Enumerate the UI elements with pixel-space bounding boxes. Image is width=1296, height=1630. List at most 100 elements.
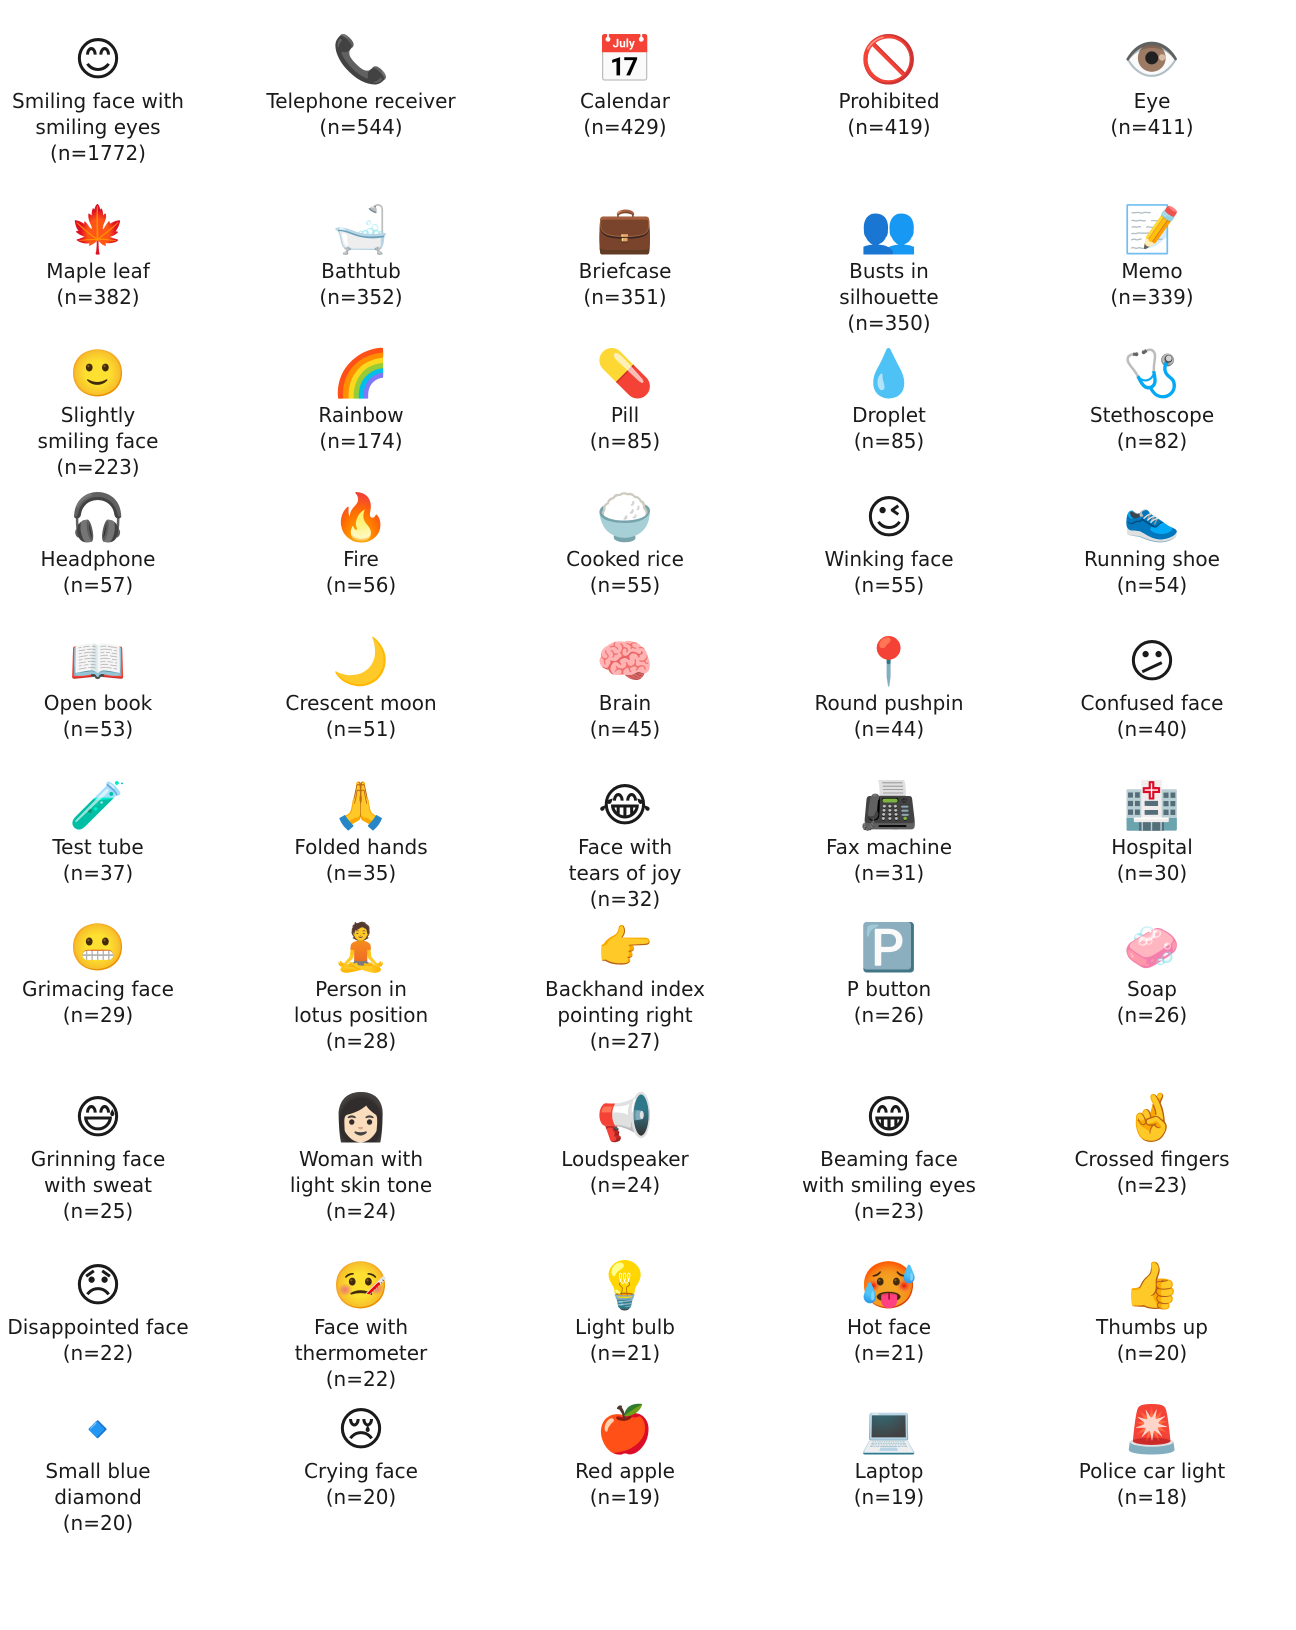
emoji-count: (n=55): [853, 573, 925, 597]
emoji-count: (n=45): [589, 717, 661, 741]
emoji-cell: 🎧 Headphone (n=57): [0, 486, 223, 598]
emoji-cell: 👥 Busts in silhouette (n=350): [764, 198, 1014, 336]
loudspeaker-icon: 📢: [596, 1090, 654, 1144]
emoji-count: (n=29): [62, 1003, 134, 1027]
emoji-count: (n=26): [1116, 1003, 1188, 1027]
emoji-count: (n=174): [319, 429, 403, 453]
brain-icon: 🧠: [596, 634, 654, 688]
person-in-lotus-position-icon: 🧘: [332, 920, 390, 974]
emoji-label: Confused face: [1080, 691, 1224, 715]
eye-icon: 👁️: [1123, 32, 1181, 86]
slightly-smiling-face-icon: 🙂: [69, 346, 127, 400]
emoji-cell: 📖 Open book (n=53): [0, 630, 223, 742]
telephone-receiver-icon: 📞: [332, 32, 390, 86]
emoji-count: (n=54): [1116, 573, 1188, 597]
emoji-count: (n=22): [325, 1367, 397, 1391]
emoji-count: (n=382): [56, 285, 140, 309]
pill-icon: 💊: [596, 346, 654, 400]
emoji-count: (n=429): [583, 115, 667, 139]
emoji-count: (n=23): [1116, 1173, 1188, 1197]
emoji-cell: 🧼 Soap (n=26): [1027, 916, 1277, 1028]
emoji-count: (n=20): [1116, 1341, 1188, 1365]
emoji-label: Prohibited: [838, 89, 940, 113]
open-book-icon: 📖: [69, 634, 127, 688]
red-apple-icon: 🍎: [596, 1402, 654, 1456]
emoji-label: Beaming face with smiling eyes: [802, 1147, 976, 1197]
emoji-cell: 🅿️ P button (n=26): [764, 916, 1014, 1028]
emoji-label: Slightly smiling face: [37, 403, 159, 453]
emoji-count: (n=21): [853, 1341, 925, 1365]
emoji-label: Hot face: [846, 1315, 932, 1339]
emoji-count: (n=57): [62, 573, 134, 597]
emoji-label: Loudspeaker: [561, 1147, 689, 1171]
woman-light-skin-tone-icon: 👩🏻: [332, 1090, 390, 1144]
emoji-count: (n=419): [847, 115, 931, 139]
emoji-count: (n=22): [62, 1341, 134, 1365]
emoji-label: Bathtub: [321, 259, 401, 283]
emoji-label: Calendar: [580, 89, 670, 113]
emoji-cell: 😁 Beaming face with smiling eyes (n=23): [764, 1086, 1014, 1224]
droplet-icon: 💧: [860, 346, 918, 400]
emoji-label: P button: [846, 977, 932, 1001]
face-with-thermometer-icon: 🤒: [332, 1258, 390, 1312]
emoji-count: (n=20): [62, 1511, 134, 1535]
emoji-label: Eye: [1133, 89, 1171, 113]
emoji-count: (n=19): [589, 1485, 661, 1509]
emoji-label: Backhand index pointing right: [545, 977, 705, 1027]
grinning-face-with-sweat-icon: 😅: [74, 1090, 122, 1144]
emoji-label: Cooked rice: [566, 547, 684, 571]
soap-icon: 🧼: [1123, 920, 1181, 974]
emoji-cell: 🍚 Cooked rice (n=55): [500, 486, 750, 598]
briefcase-icon: 💼: [596, 202, 654, 256]
emoji-cell: 👉 Backhand index pointing right (n=27): [500, 916, 750, 1054]
grimacing-face-icon: 😬: [69, 920, 127, 974]
emoji-label: Soap: [1127, 977, 1177, 1001]
emoji-count: (n=55): [589, 573, 661, 597]
emoji-count: (n=30): [1116, 861, 1188, 885]
emoji-count: (n=339): [1110, 285, 1194, 309]
emoji-label: Woman with light skin tone: [289, 1147, 433, 1197]
emoji-cell: 👩🏻 Woman with light skin tone (n=24): [236, 1086, 486, 1224]
rainbow-icon: 🌈: [332, 346, 390, 400]
light-bulb-icon: 💡: [596, 1258, 654, 1312]
emoji-label: Briefcase: [578, 259, 672, 283]
emoji-cell: 📠 Fax machine (n=31): [764, 774, 1014, 886]
round-pushpin-icon: 📍: [860, 634, 918, 688]
emoji-cell: 💊 Pill (n=85): [500, 342, 750, 454]
cooked-rice-icon: 🍚: [596, 490, 654, 544]
emoji-cell: 😞 Disappointed face (n=22): [0, 1254, 223, 1366]
emoji-label: Busts in silhouette: [839, 259, 939, 309]
emoji-cell: 👟 Running shoe (n=54): [1027, 486, 1277, 598]
emoji-count: (n=51): [325, 717, 397, 741]
emoji-cell: 📍 Round pushpin (n=44): [764, 630, 1014, 742]
emoji-cell: 🌈 Rainbow (n=174): [236, 342, 486, 454]
emoji-count: (n=27): [589, 1029, 661, 1053]
emoji-cell: 📅 Calendar (n=429): [500, 28, 750, 140]
emoji-cell: 🩺 Stethoscope (n=82): [1027, 342, 1277, 454]
emoji-count: (n=24): [589, 1173, 661, 1197]
emoji-label: Thumbs up: [1096, 1315, 1208, 1339]
emoji-cell: 🌙 Crescent moon (n=51): [236, 630, 486, 742]
emoji-count: (n=44): [853, 717, 925, 741]
emoji-cell: 🧠 Brain (n=45): [500, 630, 750, 742]
emoji-label: Police car light: [1078, 1459, 1226, 1483]
emoji-cell: 😊 Smiling face with smiling eyes (n=1772): [0, 28, 223, 166]
emoji-count: (n=20): [325, 1485, 397, 1509]
emoji-label: Test tube: [52, 835, 144, 859]
emoji-cell: 💻 Laptop (n=19): [764, 1398, 1014, 1510]
emoji-count: (n=85): [853, 429, 925, 453]
emoji-cell: 🛁 Bathtub (n=352): [236, 198, 486, 310]
emoji-label: Hospital: [1111, 835, 1193, 859]
crossed-fingers-icon: 🤞: [1123, 1090, 1181, 1144]
emoji-cell: 🤞 Crossed fingers (n=23): [1027, 1086, 1277, 1198]
p-button-icon: 🅿️: [860, 920, 918, 974]
emoji-count: (n=53): [62, 717, 134, 741]
emoji-cell: 😢 Crying face (n=20): [236, 1398, 486, 1510]
emoji-cell: 😉 Winking face (n=55): [764, 486, 1014, 598]
emoji-label: Face with tears of joy: [568, 835, 682, 885]
emoji-cell: 🧪 Test tube (n=37): [0, 774, 223, 886]
emoji-label: Person in lotus position: [293, 977, 429, 1027]
emoji-label: Rainbow: [318, 403, 404, 427]
emoji-cell: 📢 Loudspeaker (n=24): [500, 1086, 750, 1198]
police-car-light-icon: 🚨: [1123, 1402, 1181, 1456]
